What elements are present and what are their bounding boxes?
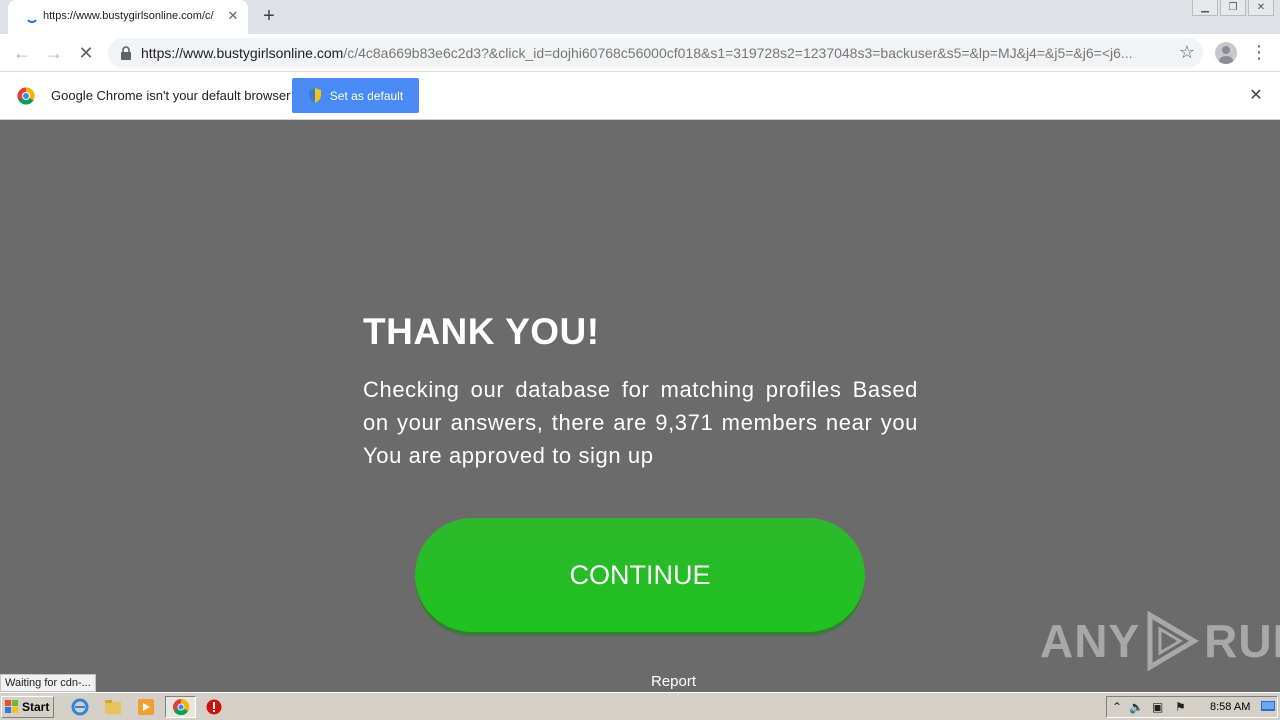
watermark-left-text: ANY: [1040, 615, 1141, 667]
system-tray: ⌃ 🔈 ▣ ⚑ 8:58 AM: [1106, 696, 1278, 718]
url-text: https://www.bustygirlsonline.com/c/4c8a6…: [141, 45, 1171, 61]
new-tab-button[interactable]: +: [257, 5, 281, 29]
infobar-message: Google Chrome isn't your default browser: [51, 88, 291, 103]
report-link[interactable]: Report: [651, 673, 696, 690]
tab-title: https://www.bustygirlsonline.com/c/: [43, 10, 214, 22]
show-hidden-icons-icon[interactable]: ⌃: [1112, 700, 1122, 714]
status-bubble: Waiting for cdn-...: [0, 674, 96, 692]
uac-shield-icon: [308, 88, 321, 103]
address-bar[interactable]: https://www.bustygirlsonline.com/c/4c8a6…: [108, 38, 1203, 68]
chrome-logo-icon: [17, 87, 35, 105]
play-triangle-icon: [1147, 611, 1200, 671]
continue-button[interactable]: CONTINUE: [415, 518, 865, 632]
tab-active[interactable]: https://www.bustygirlsonline.com/c/ ✕: [8, 0, 248, 34]
anyrun-watermark: ANY RUN: [1040, 609, 1280, 673]
profile-avatar-icon[interactable]: [1215, 42, 1237, 64]
close-window-button[interactable]: ✕: [1248, 0, 1274, 16]
chrome-menu-icon[interactable]: ⋮: [1250, 42, 1268, 64]
set-as-default-label: Set as default: [329, 88, 404, 103]
windows-taskbar: Start ⌃ 🔈 ▣ ⚑ 8:58 AM: [0, 692, 1280, 720]
loading-spinner-icon: [27, 19, 37, 23]
default-browser-infobar: Google Chrome isn't your default browser…: [0, 72, 1280, 120]
start-label: Start: [22, 700, 50, 714]
minimize-button[interactable]: ▁: [1192, 0, 1218, 16]
infobar-close-icon[interactable]: ✕: [1246, 86, 1266, 106]
browser-toolbar: ← → ✕ https://www.bustygirlsonline.com/c…: [0, 34, 1280, 72]
show-desktop-icon[interactable]: [1261, 701, 1275, 713]
taskbar-clock[interactable]: 8:58 AM: [1210, 701, 1250, 713]
watermark-right-text: RUN: [1204, 615, 1280, 667]
volume-icon[interactable]: 🔈: [1129, 700, 1144, 714]
window-controls: ▁ ❐ ✕: [1192, 0, 1274, 18]
action-center-flag-icon[interactable]: ⚑: [1175, 700, 1186, 714]
network-icon[interactable]: ▣: [1152, 700, 1163, 714]
url-host: https://www.bustygirlsonline.com: [141, 45, 344, 61]
bookmark-star-icon[interactable]: ☆: [1179, 42, 1195, 63]
back-arrow-icon[interactable]: ←: [11, 42, 33, 64]
opera-icon[interactable]: [205, 698, 223, 716]
web-page: THANK YOU! Checking our database for mat…: [0, 121, 1280, 692]
stop-loading-icon[interactable]: ✕: [75, 42, 97, 64]
tab-close-icon[interactable]: ✕: [224, 7, 242, 25]
media-player-icon[interactable]: [137, 698, 155, 716]
lock-icon: [121, 46, 131, 60]
page-body-text: Checking our database for matching profi…: [363, 377, 918, 468]
restore-button[interactable]: ❐: [1220, 0, 1246, 16]
browser-window: https://www.bustygirlsonline.com/c/ ✕ + …: [0, 0, 1280, 720]
file-explorer-icon[interactable]: [104, 698, 122, 716]
taskbar-chrome-button[interactable]: [165, 696, 196, 718]
forward-arrow-icon[interactable]: →: [43, 42, 65, 64]
set-as-default-button[interactable]: Set as default: [292, 78, 419, 113]
tab-strip: https://www.bustygirlsonline.com/c/ ✕ + …: [0, 0, 1280, 34]
chrome-taskbar-icon: [173, 698, 190, 716]
windows-logo-icon: [5, 700, 18, 713]
page-title: THANK YOU!: [363, 311, 600, 352]
url-path: /c/4c8a669b83e6c2d3?&click_id=dojhi60768…: [343, 45, 1133, 61]
start-button[interactable]: Start: [1, 696, 54, 718]
internet-explorer-icon[interactable]: [71, 698, 89, 716]
